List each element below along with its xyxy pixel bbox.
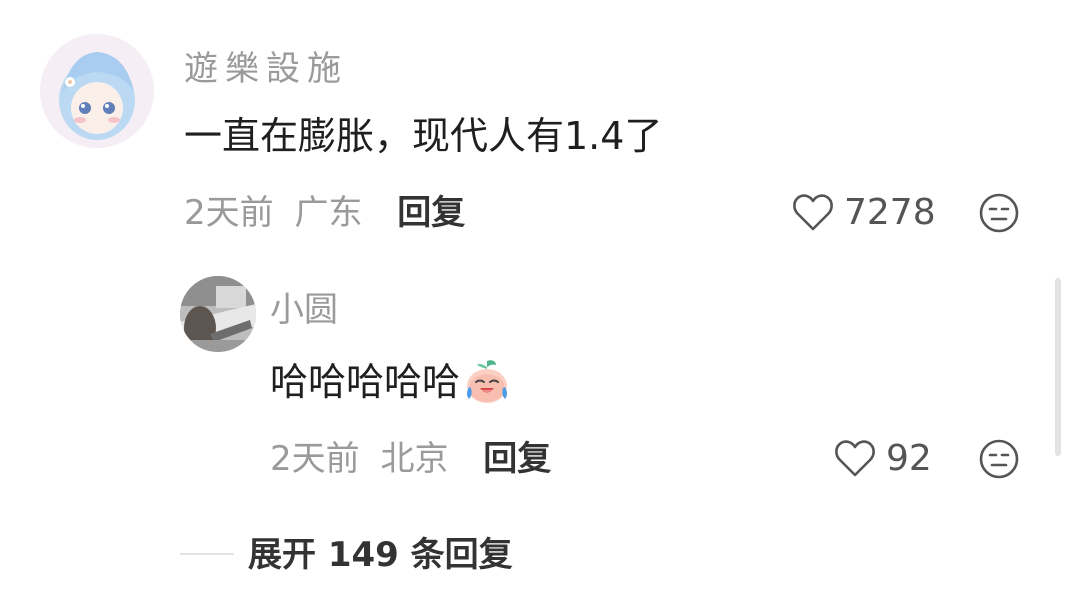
reply-like-count: 92 [886, 438, 932, 479]
expand-divider [180, 553, 234, 555]
reply-time: 2天前 [270, 439, 360, 479]
replier-avatar[interactable] [180, 276, 256, 352]
neutral-face-icon [979, 193, 1019, 233]
comment-dislike-button[interactable] [978, 192, 1020, 234]
reply-like-button[interactable]: 92 [834, 432, 932, 486]
laughing-peach-emoji [467, 360, 508, 403]
reply-reply-button[interactable]: 回复 [483, 439, 551, 479]
expand-replies-button[interactable]: 展开 149 条回复 [248, 528, 513, 582]
replier-username[interactable]: 小圆 [270, 283, 338, 337]
reply-dislike-button[interactable] [978, 438, 1020, 480]
neutral-face-icon [979, 439, 1019, 479]
reply-meta: 2天前 北京 回复 [270, 432, 551, 486]
comment-like-count: 7278 [844, 192, 936, 233]
anime-avatar-image [40, 34, 154, 148]
reply-location: 北京 [380, 439, 449, 479]
commenter-username[interactable]: 遊樂設施 [184, 42, 348, 96]
photo-avatar-image [180, 276, 256, 352]
comment-meta: 2天前 广东 回复 [184, 186, 465, 240]
heart-outline-icon [835, 440, 875, 477]
comment-text: 一直在膨胀，现代人有1.4了 [184, 114, 663, 158]
comment-location: 广东 [294, 193, 363, 233]
scrollbar-thumb[interactable] [1055, 278, 1061, 456]
reply-content: 哈哈哈哈哈 [270, 352, 512, 412]
reply-button[interactable]: 回复 [397, 193, 465, 233]
comment-time: 2天前 [184, 193, 274, 233]
comment-like-button[interactable]: 7278 [792, 186, 936, 240]
reply-text: 哈哈哈哈哈 [270, 360, 461, 404]
heart-outline-icon [793, 194, 833, 231]
commenter-avatar[interactable] [40, 34, 154, 148]
